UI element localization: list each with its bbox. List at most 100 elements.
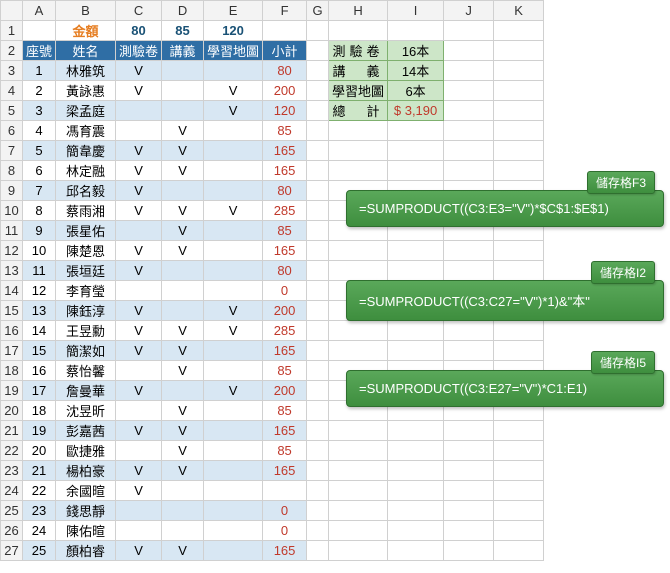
subtotal-cell[interactable]: 165 bbox=[263, 461, 307, 481]
subtotal-cell[interactable]: 0 bbox=[263, 521, 307, 541]
mark-lecture[interactable]: V bbox=[162, 361, 204, 381]
cell[interactable] bbox=[494, 101, 544, 121]
name-cell[interactable]: 馮育震 bbox=[56, 121, 116, 141]
cell[interactable] bbox=[307, 201, 329, 221]
summary-test-val[interactable]: 16本 bbox=[388, 41, 444, 61]
mark-map[interactable] bbox=[204, 241, 263, 261]
seat-cell[interactable]: 16 bbox=[23, 361, 56, 381]
mark-map[interactable]: V bbox=[204, 101, 263, 121]
seat-cell[interactable]: 10 bbox=[23, 241, 56, 261]
cell[interactable] bbox=[388, 481, 444, 501]
mark-test[interactable] bbox=[116, 361, 162, 381]
row-header[interactable]: 13 bbox=[1, 261, 23, 281]
name-cell[interactable]: 簡韋慶 bbox=[56, 141, 116, 161]
mark-test[interactable]: V bbox=[116, 181, 162, 201]
subtotal-cell[interactable] bbox=[263, 481, 307, 501]
cell[interactable] bbox=[444, 241, 494, 261]
subtotal-cell[interactable]: 200 bbox=[263, 381, 307, 401]
name-cell[interactable]: 林雅筑 bbox=[56, 61, 116, 81]
mark-lecture[interactable]: V bbox=[162, 141, 204, 161]
row-header[interactable]: 19 bbox=[1, 381, 23, 401]
seat-cell[interactable]: 9 bbox=[23, 221, 56, 241]
subtotal-cell[interactable]: 165 bbox=[263, 341, 307, 361]
cell[interactable] bbox=[444, 161, 494, 181]
mark-test[interactable]: V bbox=[116, 81, 162, 101]
price-map[interactable]: 120 bbox=[204, 21, 263, 41]
cell[interactable] bbox=[444, 101, 494, 121]
mark-map[interactable] bbox=[204, 401, 263, 421]
mark-map[interactable]: V bbox=[204, 81, 263, 101]
name-cell[interactable]: 王昱勳 bbox=[56, 321, 116, 341]
cell[interactable] bbox=[307, 341, 329, 361]
mark-test[interactable]: V bbox=[116, 421, 162, 441]
row-header[interactable]: 10 bbox=[1, 201, 23, 221]
name-cell[interactable]: 沈昱昕 bbox=[56, 401, 116, 421]
row-header[interactable]: 25 bbox=[1, 501, 23, 521]
cell[interactable] bbox=[307, 121, 329, 141]
cell[interactable] bbox=[444, 481, 494, 501]
summary-lecture-label[interactable]: 講 義 bbox=[329, 61, 388, 81]
subtotal-cell[interactable]: 80 bbox=[263, 181, 307, 201]
subtotal-cell[interactable]: 165 bbox=[263, 421, 307, 441]
cell[interactable] bbox=[388, 121, 444, 141]
cell[interactable] bbox=[444, 541, 494, 561]
mark-lecture[interactable]: V bbox=[162, 541, 204, 561]
cell[interactable] bbox=[307, 501, 329, 521]
cell[interactable] bbox=[329, 241, 388, 261]
col-F[interactable]: F bbox=[263, 1, 307, 21]
col-E[interactable]: E bbox=[204, 1, 263, 21]
mark-map[interactable] bbox=[204, 341, 263, 361]
seat-cell[interactable]: 21 bbox=[23, 461, 56, 481]
cell[interactable] bbox=[494, 341, 544, 361]
summary-lecture-val[interactable]: 14本 bbox=[388, 61, 444, 81]
row-header[interactable]: 7 bbox=[1, 141, 23, 161]
cell[interactable] bbox=[329, 21, 388, 41]
seat-cell[interactable]: 18 bbox=[23, 401, 56, 421]
cell[interactable] bbox=[329, 121, 388, 141]
col-J[interactable]: J bbox=[444, 1, 494, 21]
subtotal-cell[interactable]: 85 bbox=[263, 361, 307, 381]
cell[interactable] bbox=[329, 541, 388, 561]
cell[interactable] bbox=[307, 541, 329, 561]
col-K[interactable]: K bbox=[494, 1, 544, 21]
subtotal-cell[interactable]: 200 bbox=[263, 81, 307, 101]
cell[interactable] bbox=[388, 21, 444, 41]
seat-cell[interactable]: 17 bbox=[23, 381, 56, 401]
row-header[interactable]: 14 bbox=[1, 281, 23, 301]
mark-map[interactable] bbox=[204, 181, 263, 201]
mark-test[interactable] bbox=[116, 521, 162, 541]
cell[interactable] bbox=[329, 441, 388, 461]
cell[interactable] bbox=[307, 21, 329, 41]
seat-cell[interactable]: 4 bbox=[23, 121, 56, 141]
cell[interactable] bbox=[307, 61, 329, 81]
name-cell[interactable]: 簡潔如 bbox=[56, 341, 116, 361]
cell[interactable] bbox=[307, 401, 329, 421]
seat-cell[interactable]: 1 bbox=[23, 61, 56, 81]
cell[interactable] bbox=[307, 301, 329, 321]
cell[interactable] bbox=[388, 241, 444, 261]
cell[interactable] bbox=[494, 541, 544, 561]
name-cell[interactable]: 歐捷雅 bbox=[56, 441, 116, 461]
seat-cell[interactable]: 3 bbox=[23, 101, 56, 121]
cell[interactable] bbox=[494, 421, 544, 441]
mark-test[interactable]: V bbox=[116, 241, 162, 261]
seat-cell[interactable]: 6 bbox=[23, 161, 56, 181]
mark-lecture[interactable]: V bbox=[162, 461, 204, 481]
subtotal-cell[interactable]: 0 bbox=[263, 281, 307, 301]
mark-test[interactable] bbox=[116, 121, 162, 141]
name-cell[interactable]: 黃詠惠 bbox=[56, 81, 116, 101]
cell[interactable] bbox=[494, 441, 544, 461]
mark-map[interactable] bbox=[204, 61, 263, 81]
cell[interactable] bbox=[444, 461, 494, 481]
subtotal-cell[interactable]: 165 bbox=[263, 161, 307, 181]
cell[interactable] bbox=[444, 441, 494, 461]
mark-map[interactable] bbox=[204, 541, 263, 561]
hdr-name[interactable]: 姓名 bbox=[56, 41, 116, 61]
mark-lecture[interactable] bbox=[162, 381, 204, 401]
cell[interactable] bbox=[494, 501, 544, 521]
cell[interactable] bbox=[23, 21, 56, 41]
cell[interactable] bbox=[494, 21, 544, 41]
cell[interactable] bbox=[329, 161, 388, 181]
mark-test[interactable]: V bbox=[116, 301, 162, 321]
cell[interactable] bbox=[388, 261, 444, 281]
